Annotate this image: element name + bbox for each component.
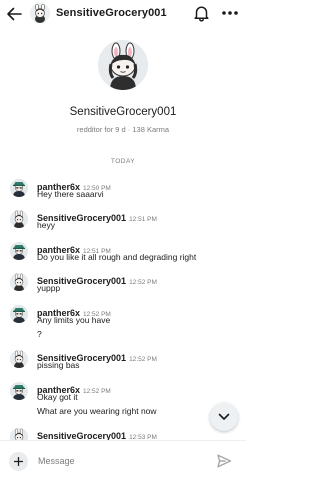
- back-arrow-icon[interactable]: [5, 5, 23, 23]
- message-time: 12:52 PM: [129, 279, 157, 286]
- panther-avatar-icon: [10, 179, 28, 197]
- profile-avatar[interactable]: [98, 40, 148, 90]
- message-text: heyy: [37, 220, 55, 230]
- message-time: 12:51 PM: [129, 216, 157, 223]
- header-title[interactable]: SensitiveGrocery001: [56, 7, 167, 19]
- message-composer: [0, 440, 246, 480]
- header-avatar[interactable]: [30, 3, 50, 23]
- more-horizontal-icon[interactable]: [220, 6, 240, 20]
- profile-meta: redditor for 9 d · 138 Karma: [76, 125, 170, 134]
- avatar[interactable]: [10, 350, 28, 368]
- message-text: Okay got it: [37, 392, 78, 402]
- message-time: 12:52 PM: [129, 356, 157, 363]
- message-text: Do you like it all rough and degrading r…: [37, 252, 197, 262]
- snoo-avatar-icon: [35, 3, 45, 23]
- avatar[interactable]: [10, 242, 28, 260]
- avatar[interactable]: [10, 305, 28, 323]
- message-text: ?: [37, 329, 42, 339]
- message-text: Hey there saaarvi: [37, 189, 104, 199]
- plus-icon: [14, 457, 23, 466]
- message-text: pissing bas: [37, 360, 80, 370]
- chevron-down-icon: [218, 413, 230, 420]
- avatar[interactable]: [10, 382, 28, 400]
- message-time: 12:52 PM: [83, 388, 111, 395]
- message-input[interactable]: [38, 451, 198, 471]
- send-icon[interactable]: [216, 453, 232, 469]
- bell-icon[interactable]: [193, 4, 210, 22]
- grocery-avatar-icon: [10, 210, 28, 228]
- message-text: yuppp: [37, 283, 61, 293]
- day-divider: TODAY: [110, 158, 136, 165]
- grocery-avatar-icon: [10, 273, 28, 291]
- scroll-to-bottom-button[interactable]: [210, 403, 238, 431]
- message-text: What are you wearing right now: [37, 406, 157, 416]
- avatar[interactable]: [10, 210, 28, 228]
- avatar[interactable]: [10, 273, 28, 291]
- avatar[interactable]: [10, 179, 28, 197]
- panther-avatar-icon: [10, 242, 28, 260]
- grocery-avatar-icon: [10, 350, 28, 368]
- snoo-avatar-icon: [98, 40, 148, 90]
- add-attachment-button[interactable]: [9, 452, 28, 471]
- message-text: Any limits you have: [37, 315, 111, 325]
- profile-name[interactable]: SensitiveGrocery001: [0, 106, 246, 118]
- chat-header: SensitiveGrocery001: [0, 0, 246, 28]
- panther-avatar-icon: [10, 382, 28, 400]
- panther-avatar-icon: [10, 305, 28, 323]
